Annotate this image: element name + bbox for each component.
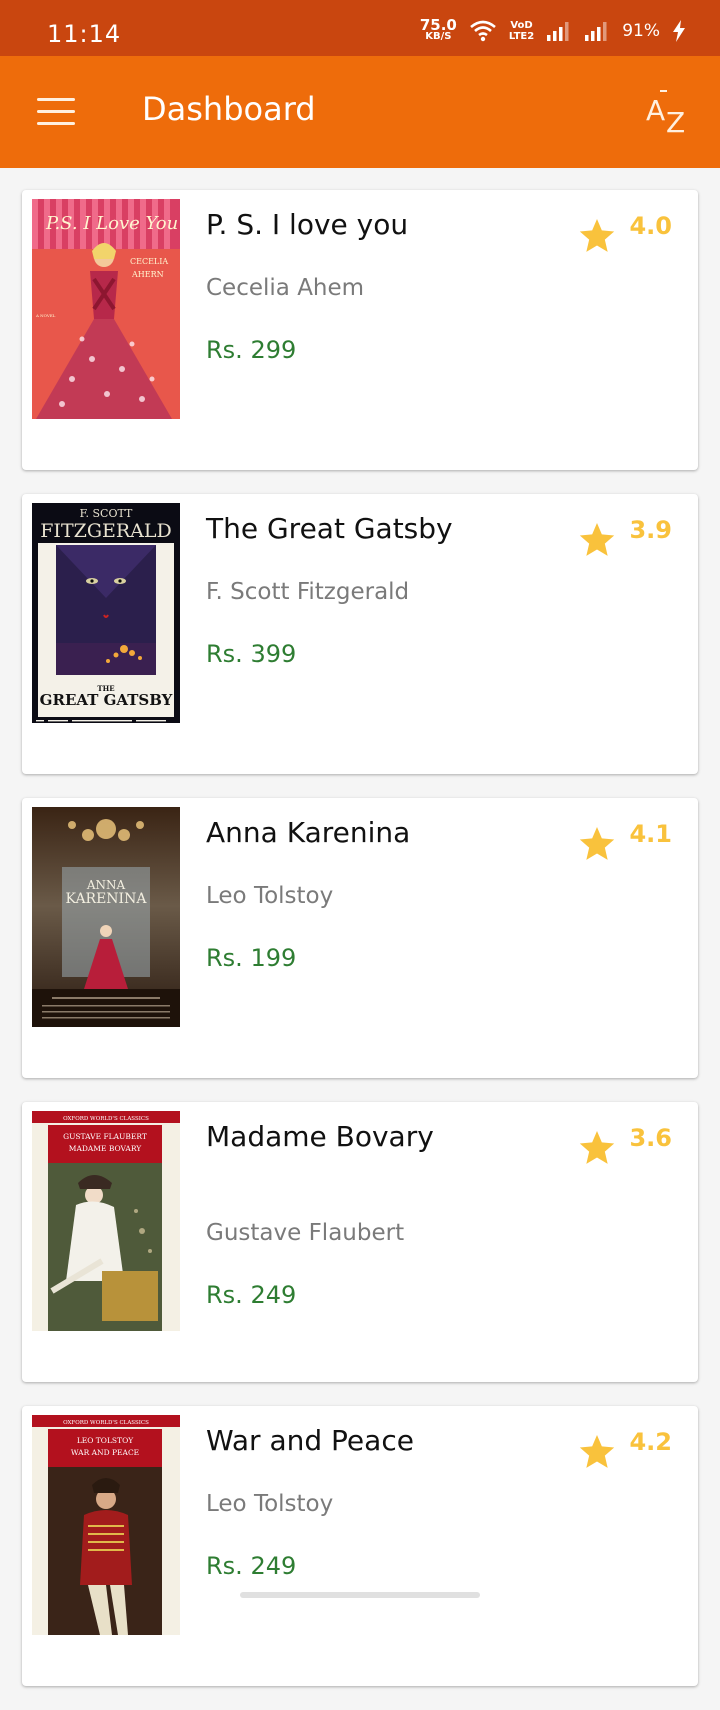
star-icon bbox=[580, 1131, 615, 1164]
cover-title-text: GREAT GATSBY bbox=[40, 691, 173, 709]
cover-series: OXFORD WORLD'S CLASSICS bbox=[63, 1420, 149, 1426]
book-title: Anna Karenina bbox=[206, 816, 411, 849]
rating-value: 4.1 bbox=[629, 820, 672, 848]
book-price: Rs. 399 bbox=[206, 640, 297, 668]
network-speed-value: 75.0 bbox=[419, 16, 457, 34]
svg-text:A: A bbox=[646, 94, 665, 127]
book-price: Rs. 199 bbox=[206, 944, 297, 972]
cover-author-first: F. SCOTT bbox=[80, 507, 133, 520]
book-rating: 4.2 bbox=[577, 1428, 672, 1472]
star-icon bbox=[580, 827, 615, 860]
star-icon bbox=[580, 219, 615, 252]
cover-author: GUSTAVE FLAUBERT bbox=[63, 1132, 147, 1141]
book-title: The Great Gatsby bbox=[206, 512, 453, 545]
cover-title-line2: KARENINA bbox=[66, 891, 148, 907]
book-price: Rs. 299 bbox=[206, 336, 297, 364]
volte-top-text: VoD bbox=[510, 20, 533, 31]
book-rating: 4.1 bbox=[577, 820, 672, 864]
cover-title-text: MADAME BOVARY bbox=[69, 1144, 142, 1153]
hamburger-menu-icon[interactable] bbox=[37, 98, 75, 126]
network-speed-unit: KB/S bbox=[425, 31, 452, 42]
book-list: P.S. I Love You CECELIA AHERN A NOVEL P.… bbox=[22, 190, 698, 1710]
battery-level: 91% bbox=[622, 21, 660, 41]
rating-value: 4.2 bbox=[629, 1428, 672, 1456]
cover-author-first: CECELIA bbox=[130, 257, 168, 266]
signal-1-icon bbox=[547, 22, 569, 41]
svg-text:Z: Z bbox=[666, 106, 685, 136]
book-author: Cecelia Ahem bbox=[206, 275, 365, 301]
cover-subtitle: A NOVEL bbox=[35, 313, 56, 318]
book-title: War and Peace bbox=[206, 1424, 414, 1457]
book-author: F. Scott Fitzgerald bbox=[206, 579, 410, 605]
book-title: Madame Bovary bbox=[206, 1120, 434, 1153]
signal-2-icon bbox=[585, 22, 607, 41]
cover-series: OXFORD WORLD'S CLASSICS bbox=[63, 1116, 149, 1122]
status-time: 11:14 bbox=[47, 20, 122, 48]
book-price: Rs. 249 bbox=[206, 1552, 297, 1580]
network-speed: 75.0 KB/S bbox=[419, 16, 457, 43]
book-cover-image: F. SCOTT FITZGERALD THE GREAT GATSBY bbox=[32, 503, 180, 723]
volte-bottom-text: LTE2 bbox=[508, 31, 535, 42]
book-cover-image: ANNA KARENINA bbox=[32, 807, 180, 1027]
book-rating: 4.0 bbox=[577, 212, 672, 256]
home-indicator[interactable] bbox=[240, 1592, 480, 1598]
rating-value: 3.9 bbox=[629, 516, 672, 544]
status-bar: 11:14 75.0 KB/S VoD LTE2 91% bbox=[0, 0, 720, 56]
book-author: Gustave Flaubert bbox=[206, 1220, 405, 1246]
book-price: Rs. 249 bbox=[206, 1281, 297, 1309]
sort-az-icon[interactable]: A Z bbox=[646, 90, 696, 136]
book-rating: 3.6 bbox=[577, 1124, 672, 1168]
rating-value: 4.0 bbox=[629, 212, 672, 240]
book-card[interactable]: OXFORD WORLD'S CLASSICS GUSTAVE FLAUBERT… bbox=[22, 1102, 698, 1382]
book-card[interactable]: P.S. I Love You CECELIA AHERN A NOVEL P.… bbox=[22, 190, 698, 470]
book-cover-image: OXFORD WORLD'S CLASSICS GUSTAVE FLAUBERT… bbox=[32, 1111, 180, 1331]
cover-title-text: P.S. I Love You bbox=[45, 213, 178, 234]
page-title: Dashboard bbox=[142, 90, 316, 128]
book-rating: 3.9 bbox=[577, 516, 672, 560]
wifi-icon bbox=[470, 20, 496, 42]
cover-author-last: AHERN bbox=[131, 270, 164, 279]
book-card[interactable]: F. SCOTT FITZGERALD THE GREAT GATSBY The… bbox=[22, 494, 698, 774]
app-bar: Dashboard A Z bbox=[0, 56, 720, 168]
book-title: P. S. I love you bbox=[206, 208, 409, 241]
rating-value: 3.6 bbox=[629, 1124, 672, 1152]
book-cover-image: OXFORD WORLD'S CLASSICS LEO TOLSTOY WAR … bbox=[32, 1415, 180, 1635]
book-card[interactable]: OXFORD WORLD'S CLASSICS LEO TOLSTOY WAR … bbox=[22, 1406, 698, 1686]
book-card[interactable]: ANNA KARENINA Anna Karenina Leo Tolstoy … bbox=[22, 798, 698, 1078]
charging-bolt-icon bbox=[673, 20, 685, 42]
star-icon bbox=[580, 1435, 615, 1468]
book-author: Leo Tolstoy bbox=[206, 1491, 334, 1517]
volte-indicator: VoD LTE2 bbox=[509, 20, 534, 42]
cover-title-line1: ANNA bbox=[86, 878, 126, 892]
cover-author: LEO TOLSTOY bbox=[77, 1436, 134, 1445]
star-icon bbox=[580, 523, 615, 556]
book-author: Leo Tolstoy bbox=[206, 883, 334, 909]
cover-title-text: WAR AND PEACE bbox=[71, 1448, 139, 1457]
book-cover-image: P.S. I Love You CECELIA AHERN A NOVEL bbox=[32, 199, 180, 419]
status-icons: 75.0 KB/S VoD LTE2 91% bbox=[420, 16, 686, 46]
cover-author-last: FITZGERALD bbox=[40, 520, 172, 542]
